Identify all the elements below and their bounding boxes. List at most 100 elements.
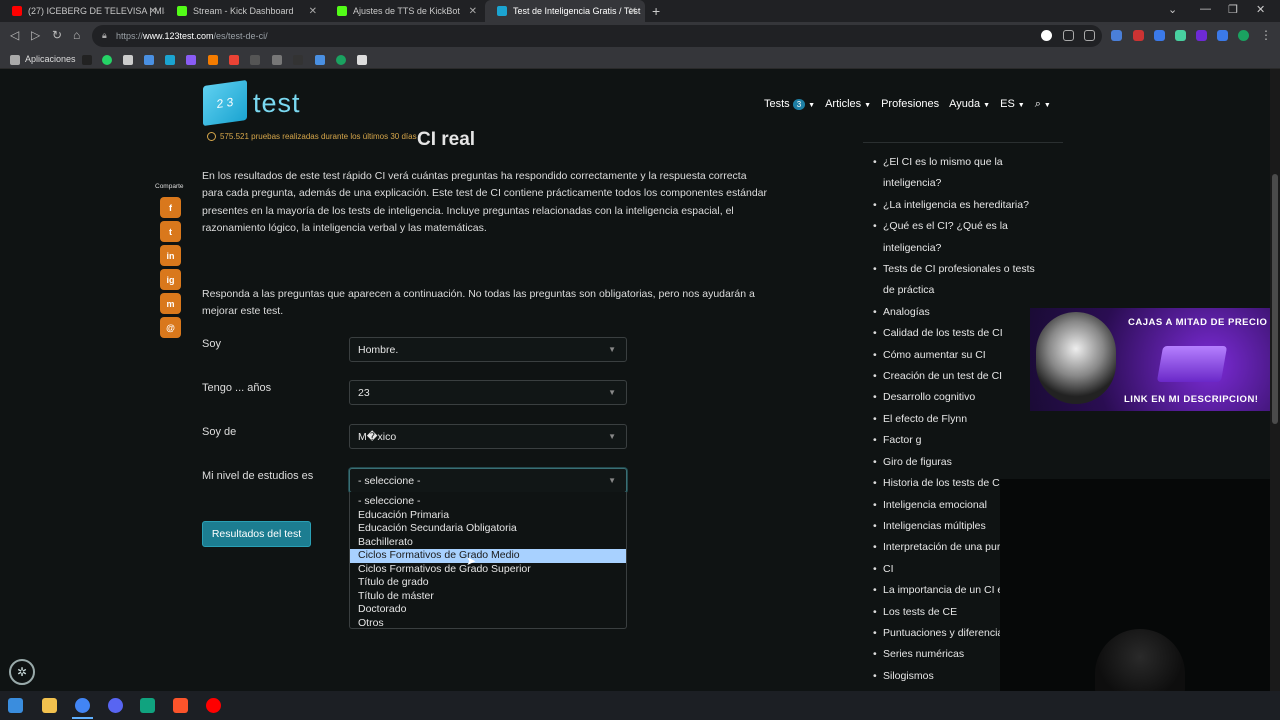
bookmark-apps[interactable]: Aplicaciones [25,54,76,64]
sidebar-link[interactable]: Series numéricas [873,644,1008,665]
forward-icon[interactable]: ▷ [31,28,40,42]
site-logo[interactable]: 2 3 test [203,79,301,127]
dropdown-option[interactable]: Educación Secundaria Obligatoria [350,522,626,536]
scrollbar-thumb[interactable] [1272,174,1278,424]
sidepanel-icon[interactable] [1217,30,1228,41]
minimize-icon[interactable]: — [1200,3,1211,15]
dropdown-option-highlighted[interactable]: Ciclos Formativos de Grado Medio [350,549,626,563]
bookmark-icon[interactable] [208,55,218,65]
close-icon[interactable]: ✕ [629,6,637,17]
dropdown-option[interactable]: Bachillerato [350,536,626,550]
bookmark-icon[interactable] [272,55,282,65]
chevron-down-icon[interactable]: ⌄ [1168,3,1177,16]
restore-icon[interactable]: ❐ [1228,3,1238,16]
profile-avatar[interactable] [1238,30,1249,41]
sidebar-link[interactable]: Giro de figuras [873,452,1008,473]
menu-icon[interactable]: ⋮ [1260,28,1272,42]
bookmark-icon[interactable] [250,55,260,65]
sidebar-link[interactable]: Interpretación de una pur [873,537,1008,558]
bookmark-icon[interactable] [144,55,154,65]
results-button[interactable]: Resultados del test [202,521,311,547]
sidebar-link[interactable]: El efecto de Flynn [873,409,1008,430]
back-icon[interactable]: ◁ [10,28,19,42]
chrome-icon[interactable] [72,698,93,719]
home-icon[interactable]: ⌂ [73,28,80,42]
close-icon[interactable]: ✕ [469,6,477,17]
sidebar-link[interactable]: Inteligencia emocional [873,495,1008,516]
extension-icon[interactable] [1175,30,1186,41]
puzzle-icon[interactable] [1154,30,1165,41]
facebook-share-button[interactable]: f [160,197,181,218]
instagram-share-button[interactable]: ig [160,269,181,290]
dropdown-option[interactable]: Otros [350,617,626,631]
bookmark-icon[interactable] [82,55,92,65]
sidebar-link[interactable]: ¿Qué es el CI? ¿Qué es la inteligencia? [873,216,1038,259]
sidebar-link[interactable]: Analogías [873,302,1008,323]
discord-icon[interactable] [108,698,123,713]
nav-tests[interactable]: Tests 3 ▼ [764,98,815,111]
tab-youtube[interactable]: (27) ICEBERG DE TELEVISA | MIS ✕ [0,0,165,22]
brave-icon[interactable] [173,698,188,713]
nav-ayuda[interactable]: Ayuda ▼ [949,98,990,111]
sidebar-link[interactable]: Tests de CI profesionales o tests de prá… [873,259,1038,302]
accessibility-icon[interactable]: ✲ [9,659,35,685]
sidebar-link[interactable]: Puntuaciones y diferencia [873,623,1008,644]
window-close-icon[interactable]: ✕ [1256,3,1265,16]
extension-icon[interactable] [1111,30,1122,41]
twitch-icon[interactable] [186,55,196,65]
dropdown-option[interactable]: Educación Primaria [350,509,626,523]
sidebar-link[interactable]: Cómo aumentar su CI [873,345,1008,366]
education-select[interactable]: - seleccione - ▼ [349,468,627,493]
dropdown-option[interactable]: - seleccione - [350,495,626,509]
sidebar-link-continuation[interactable]: CI [873,559,1008,580]
age-select[interactable]: 23 ▼ [349,380,627,405]
sidebar-link[interactable]: Factor g [873,430,1008,451]
twitter-share-button[interactable]: t [160,221,181,242]
sidebar-link[interactable]: Los tests de CE [873,602,1008,623]
tab-kick-dashboard[interactable]: Stream - Kick Dashboard ✕ [165,0,325,22]
sidebar-link[interactable]: Silogismos [873,666,1008,687]
bookmark-icon[interactable] [293,55,303,65]
apps-icon[interactable] [10,55,20,65]
sidebar-link[interactable]: La importancia de un CI e [873,580,1008,601]
close-icon[interactable]: ✕ [149,6,157,17]
sidebar-link[interactable]: Historia de los tests de C [873,473,1008,494]
url-input[interactable]: 🔒︎ https://www.123test.com/es/test-de-ci… [92,25,1102,47]
sidebar-link[interactable]: Calidad de los tests de CI [873,323,1008,344]
bookmark-icon[interactable] [336,55,346,65]
sidebar-link[interactable]: ¿El CI es lo mismo que la inteligencia? [873,152,1038,195]
extension-icon[interactable] [1196,30,1207,41]
share-icon[interactable] [1063,30,1074,41]
bookmark-icon[interactable] [315,55,325,65]
bookmark-icon[interactable] [165,55,175,65]
page-scrollbar[interactable] [1270,69,1280,691]
chatgpt-icon[interactable] [140,698,155,713]
gender-select[interactable]: Hombre. ▼ [349,337,627,362]
dropdown-option[interactable]: Título de máster [350,590,626,604]
sidebar-link[interactable]: ¿La inteligencia es hereditaria? [873,195,1038,216]
tab-kickbot-tts[interactable]: Ajustes de TTS de KickBot ✕ [325,0,485,22]
messenger-share-button[interactable]: m [160,293,181,314]
bookmark-icon[interactable] [1084,30,1095,41]
gmail-icon[interactable] [229,55,239,65]
dropdown-option[interactable]: Título de grado [350,576,626,590]
whatsapp-icon[interactable] [102,55,112,65]
extension-icon[interactable] [1133,30,1144,41]
youtube-app-icon[interactable] [206,698,221,713]
sidebar-link[interactable]: Creación de un test de CI [873,366,1008,387]
new-tab-icon[interactable]: + [652,3,660,19]
bookmark-icon[interactable] [357,55,367,65]
nav-profesiones[interactable]: Profesiones [881,98,939,111]
nav-articles[interactable]: Articles ▼ [825,98,871,111]
file-explorer-icon[interactable] [42,698,57,713]
sidebar-link[interactable]: Inteligencias múltiples [873,516,1008,537]
google-icon[interactable] [1041,30,1052,41]
windows-start-icon[interactable] [8,698,23,713]
email-share-button[interactable]: @ [160,317,181,338]
nav-language[interactable]: ES ▼ [1000,98,1025,111]
linkedin-share-button[interactable]: in [160,245,181,266]
tab-123test[interactable]: Test de Inteligencia Gratis / Test ✕ [485,0,645,22]
search-icon[interactable]: ⌕ ▼ [1035,98,1051,111]
dropdown-option[interactable]: Ciclos Formativos de Grado Superior [350,563,626,577]
country-select[interactable]: M�xico ▼ [349,424,627,449]
